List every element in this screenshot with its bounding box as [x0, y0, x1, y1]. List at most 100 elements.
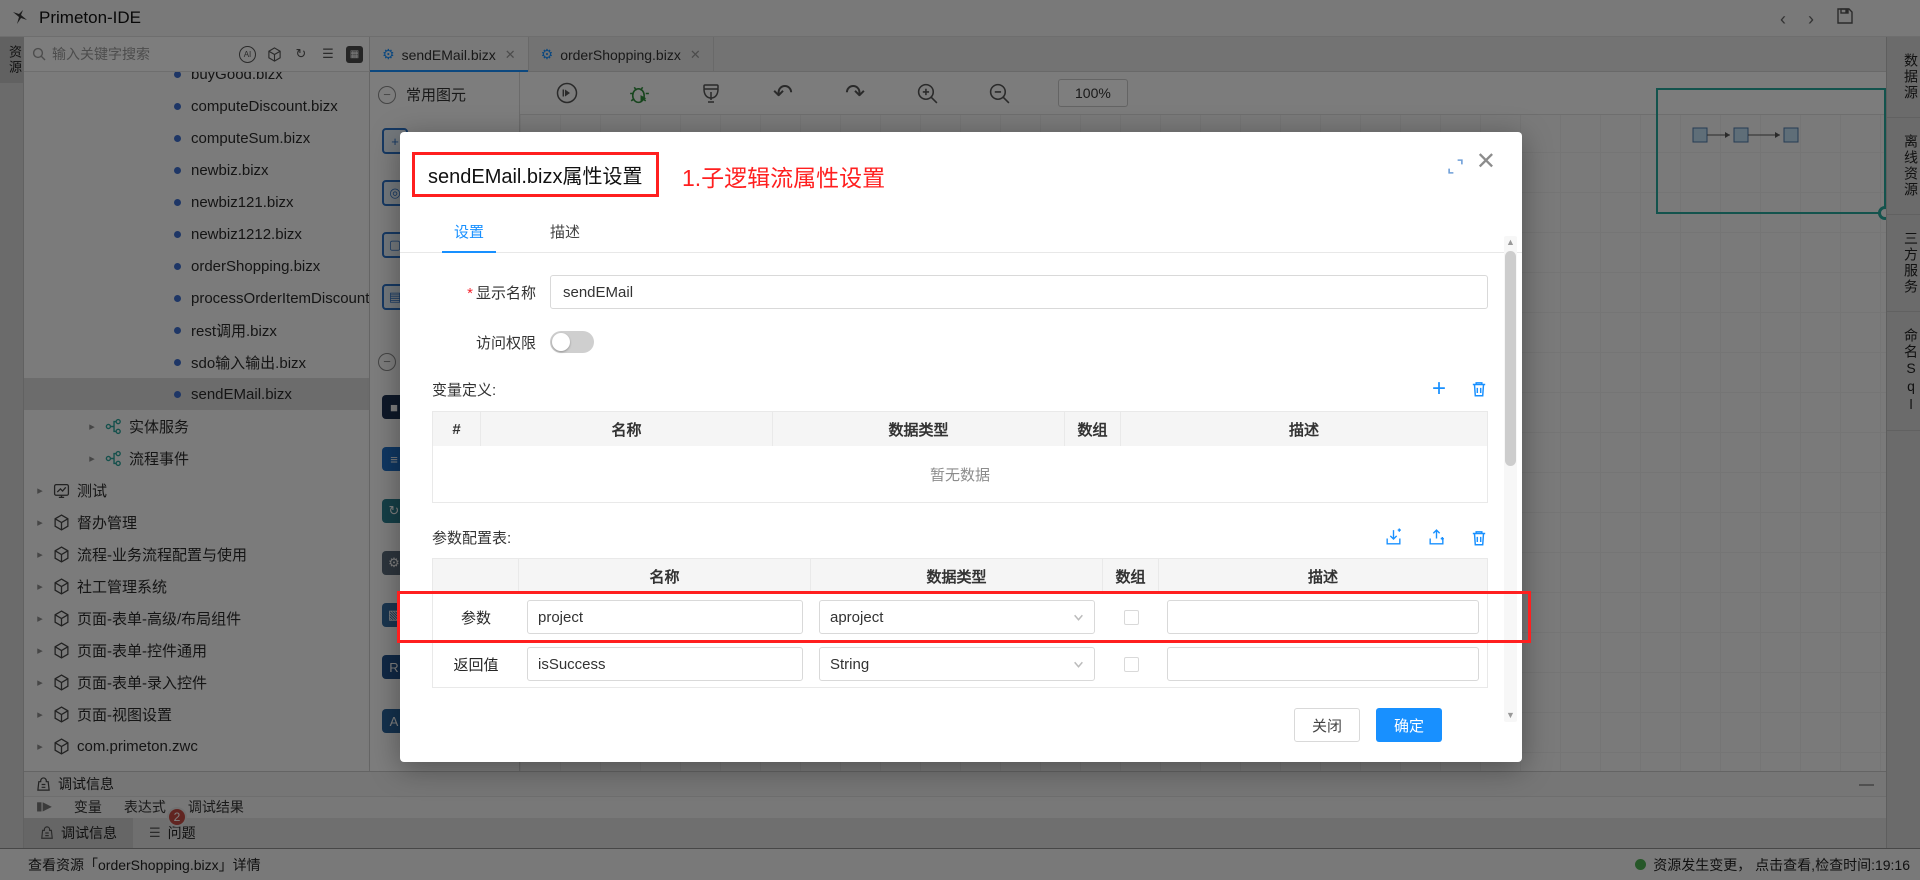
param-name-input[interactable] — [527, 600, 803, 634]
tree-item-group[interactable]: ▸ 页面-表单-高级/布局组件 — [24, 602, 369, 634]
search-input[interactable] — [52, 46, 202, 62]
ok-button[interactable]: 确定 — [1376, 708, 1442, 742]
pause-icon[interactable]: ▮▶ — [36, 799, 52, 813]
tree-item-group[interactable]: ▸ 页面-视图设置 — [24, 698, 369, 730]
tree-item-group[interactable]: ▸ 页面-表单-控件通用 — [24, 634, 369, 666]
expand-arrow-icon[interactable]: ▸ — [86, 452, 98, 465]
expand-arrow-icon[interactable]: ▸ — [34, 516, 46, 529]
expand-arrow-icon[interactable]: ▸ — [34, 484, 46, 497]
export-params-icon[interactable] — [1427, 528, 1446, 547]
param-desc-input[interactable] — [1167, 647, 1479, 681]
expand-arrow-icon[interactable]: ▸ — [34, 644, 46, 657]
tree-item-file[interactable]: buyGood.bizx — [24, 72, 369, 90]
package-add-icon[interactable] — [265, 45, 283, 63]
expand-arrow-icon[interactable]: ▸ — [34, 580, 46, 593]
debug-subtab[interactable]: 表达式 — [124, 797, 166, 817]
status-right[interactable]: 资源发生变更， 点击查看,检查时间:19:16 — [1635, 855, 1910, 875]
scroll-down-icon[interactable]: ▼ — [1504, 709, 1517, 722]
bottom-tab-problems[interactable]: ☰ 问题 2 — [133, 818, 212, 848]
tree-item-file[interactable]: orderShopping.bizx — [24, 250, 369, 282]
tab-settings[interactable]: 设置 — [442, 211, 496, 253]
debug-subtab[interactable]: 变量 — [74, 797, 102, 817]
param-type-select[interactable]: aproject — [819, 600, 1095, 634]
tree-item-group[interactable]: ▸ 流程-业务流程配置与使用 — [24, 538, 369, 570]
expand-arrow-icon[interactable]: ▸ — [86, 420, 98, 433]
palette-group-header[interactable]: − 常用图元 — [370, 72, 519, 115]
tree-item-group[interactable]: ▸ 督办管理 — [24, 506, 369, 538]
array-checkbox[interactable] — [1124, 657, 1139, 672]
zoom-out-icon[interactable] — [986, 80, 1012, 106]
param-desc-input[interactable] — [1167, 600, 1479, 634]
tree-item-file[interactable]: processOrderItemDiscount.bizx — [24, 282, 369, 314]
tree-item-file[interactable]: rest调用.bizx — [24, 314, 369, 346]
rail-tab[interactable]: 命名Sql — [1887, 312, 1920, 431]
debug-subtab[interactable]: 调试结果 — [188, 797, 244, 817]
tree-item-group[interactable]: ▸ 页面-表单-录入控件 — [24, 666, 369, 698]
tab-description[interactable]: 描述 — [538, 211, 592, 252]
debug-run-icon[interactable] — [626, 80, 652, 106]
rail-tab[interactable]: 数据源 — [1887, 37, 1920, 118]
refresh-icon[interactable]: ↻ — [292, 45, 310, 63]
collapse-icon[interactable]: − — [378, 86, 396, 104]
add-variable-icon[interactable]: + — [1432, 377, 1446, 401]
rail-tab[interactable]: 三方服务 — [1887, 215, 1920, 312]
array-checkbox[interactable] — [1124, 610, 1139, 625]
tree-item-file[interactable]: sdo输入输出.bizx — [24, 346, 369, 378]
rail-tab-resources[interactable]: 资源 — [0, 37, 24, 83]
tree-item-group[interactable]: ▸ 社工管理系统 — [24, 570, 369, 602]
zoom-in-icon[interactable] — [914, 80, 940, 106]
delete-params-icon[interactable] — [1470, 529, 1488, 547]
tree-item-file[interactable]: newbiz121.bizx — [24, 186, 369, 218]
scroll-up-icon[interactable]: ▲ — [1504, 236, 1517, 249]
import-params-icon[interactable] — [1384, 528, 1403, 547]
collapse-icon[interactable]: − — [378, 353, 396, 371]
access-toggle[interactable] — [550, 331, 594, 353]
param-type-select[interactable]: String — [819, 647, 1095, 681]
ai-icon[interactable]: AI — [239, 46, 256, 63]
tree-item-group[interactable]: ▸ com.primeton.zwc — [24, 730, 369, 762]
expand-arrow-icon[interactable]: ▸ — [34, 548, 46, 561]
nav-back-icon[interactable]: ‹ — [1780, 10, 1786, 28]
editor-tab-sendemail[interactable]: ⚙ sendEMail.bizx ✕ — [370, 37, 529, 72]
tree-item-service-folder[interactable]: ▸ 实体服务 — [24, 410, 369, 442]
step-debug-icon[interactable] — [698, 80, 724, 106]
tree-item-file[interactable]: sendEMail.bizx — [24, 378, 369, 410]
expand-arrow-icon[interactable]: ▸ — [34, 708, 46, 721]
redo-icon[interactable]: ↷ — [842, 80, 868, 106]
status-left-text[interactable]: 查看资源「orderShopping.bizx」详情 — [28, 855, 261, 875]
param-name-input[interactable] — [527, 647, 803, 681]
rail-tab[interactable]: 离线资源 — [1887, 118, 1920, 215]
display-name-input[interactable] — [550, 275, 1488, 309]
resize-handle[interactable] — [1878, 206, 1886, 220]
fullscreen-icon[interactable] — [1447, 158, 1464, 180]
nav-forward-icon[interactable]: › — [1808, 10, 1814, 28]
tree-item-service-folder[interactable]: ▸ 流程事件 — [24, 442, 369, 474]
bottom-tab-debug[interactable]: 调试信息 — [24, 818, 133, 848]
scrollbar-thumb[interactable] — [1505, 251, 1516, 466]
tree-item-file[interactable]: newbiz.bizx — [24, 154, 369, 186]
undo-icon[interactable]: ↶ — [770, 80, 796, 106]
debug-panel-header[interactable]: 调试信息 — — [24, 771, 1886, 797]
flow-selection-rect[interactable] — [1656, 88, 1886, 214]
zoom-level-value[interactable]: 100% — [1058, 79, 1128, 107]
sort-icon[interactable]: ☰ — [319, 45, 337, 63]
close-tab-icon[interactable]: ✕ — [690, 47, 701, 63]
run-icon[interactable] — [554, 80, 580, 106]
tree-item-file[interactable]: newbiz1212.bizx — [24, 218, 369, 250]
close-button[interactable]: 关闭 — [1294, 708, 1360, 742]
expand-arrow-icon[interactable]: ▸ — [34, 676, 46, 689]
tree-item-file[interactable]: computeSum.bizx — [24, 122, 369, 154]
close-tab-icon[interactable]: ✕ — [505, 47, 516, 63]
tree-item-group[interactable]: ▸ 测试 — [24, 474, 369, 506]
minimize-icon[interactable]: — — [1859, 776, 1874, 793]
tree-item-file[interactable]: computeDiscount.bizx — [24, 90, 369, 122]
save-icon[interactable] — [1836, 7, 1854, 30]
expand-arrow-icon[interactable]: ▸ — [34, 740, 46, 753]
dialog-body: *显示名称 访问权限 变量定义: + # 名称 — [400, 275, 1522, 742]
locale-icon[interactable]: ▦ — [346, 46, 363, 63]
editor-tab-ordershopping[interactable]: ⚙ orderShopping.bizx ✕ — [529, 37, 714, 72]
dialog-scrollbar[interactable]: ▲ ▼ — [1504, 236, 1517, 722]
delete-variable-icon[interactable] — [1470, 380, 1488, 398]
close-icon[interactable]: ✕ — [1476, 150, 1496, 174]
expand-arrow-icon[interactable]: ▸ — [34, 612, 46, 625]
